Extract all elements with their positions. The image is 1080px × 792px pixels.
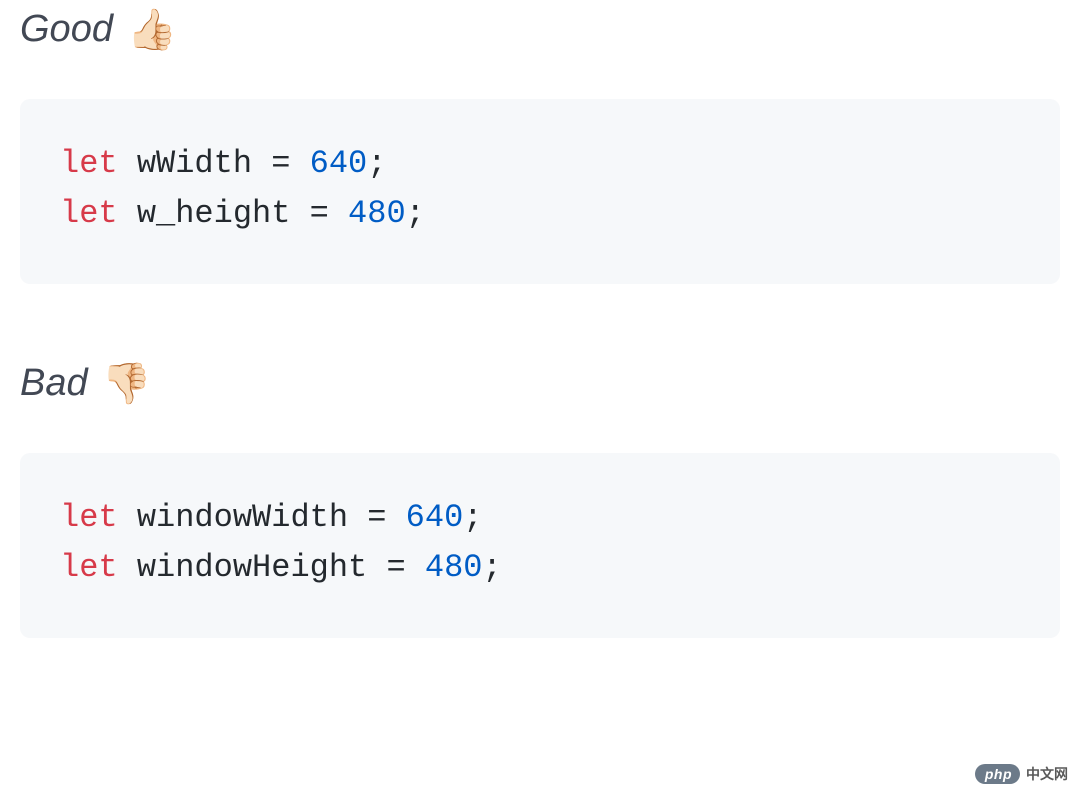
good-heading: Good 👍🏻 bbox=[20, 8, 1060, 51]
bad-heading-text: Bad bbox=[20, 362, 88, 405]
operator-token: = bbox=[386, 549, 405, 586]
punct-token: ; bbox=[406, 195, 425, 232]
space-token bbox=[290, 145, 309, 182]
operator-token: = bbox=[367, 499, 386, 536]
identifier-token: windowWidth bbox=[118, 499, 368, 536]
space-token bbox=[329, 195, 348, 232]
punct-token: ; bbox=[482, 549, 501, 586]
number-token: 480 bbox=[348, 195, 406, 232]
watermark-badge: php bbox=[975, 764, 1020, 784]
space-token bbox=[406, 549, 425, 586]
number-token: 480 bbox=[425, 549, 483, 586]
code-line: let windowWidth = 640; bbox=[60, 493, 1020, 543]
good-code-block: let wWidth = 640; let w_height = 480; bbox=[20, 99, 1060, 284]
thumbs-up-icon: 👍🏻 bbox=[127, 10, 177, 50]
number-token: 640 bbox=[310, 145, 368, 182]
watermark: php 中文网 bbox=[975, 764, 1068, 784]
good-heading-text: Good bbox=[20, 8, 113, 51]
identifier-token: windowHeight bbox=[118, 549, 387, 586]
keyword-token: let bbox=[60, 499, 118, 536]
code-line: let windowHeight = 480; bbox=[60, 543, 1020, 593]
operator-token: = bbox=[310, 195, 329, 232]
space-token bbox=[386, 499, 405, 536]
keyword-token: let bbox=[60, 145, 118, 182]
keyword-token: let bbox=[60, 195, 118, 232]
identifier-token: wWidth bbox=[118, 145, 272, 182]
punct-token: ; bbox=[367, 145, 386, 182]
number-token: 640 bbox=[406, 499, 464, 536]
document-root: Good 👍🏻 let wWidth = 640; let w_height =… bbox=[0, 0, 1080, 638]
identifier-token: w_height bbox=[118, 195, 310, 232]
keyword-token: let bbox=[60, 549, 118, 586]
code-line: let w_height = 480; bbox=[60, 189, 1020, 239]
thumbs-down-icon: 👎🏻 bbox=[102, 364, 152, 404]
operator-token: = bbox=[271, 145, 290, 182]
code-line: let wWidth = 640; bbox=[60, 139, 1020, 189]
bad-heading: Bad 👎🏻 bbox=[20, 362, 1060, 405]
watermark-text: 中文网 bbox=[1026, 764, 1068, 784]
punct-token: ; bbox=[463, 499, 482, 536]
bad-code-block: let windowWidth = 640; let windowHeight … bbox=[20, 453, 1060, 638]
